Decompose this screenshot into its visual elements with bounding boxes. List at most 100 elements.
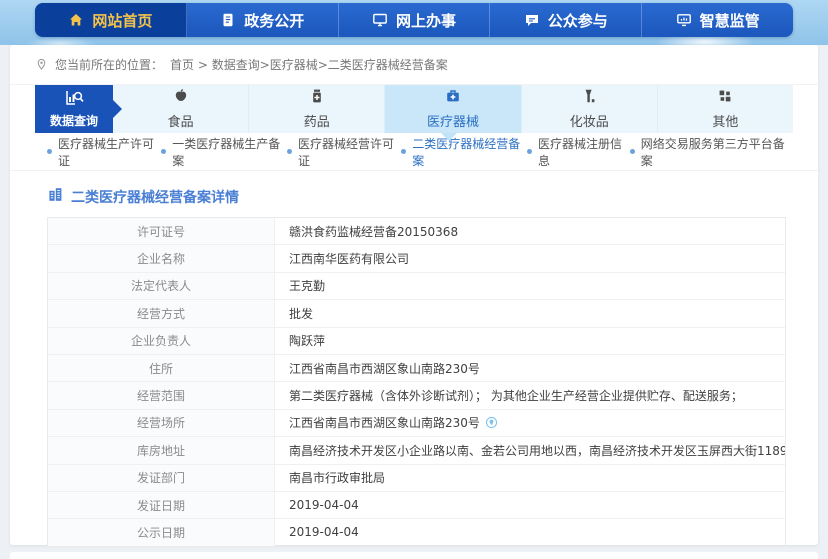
table-row: 经营场所 江西省南昌市西湖区象山南路230号 (48, 410, 785, 437)
row-value: 赣洪食药监械经营备20150368 (289, 223, 458, 240)
chat-bubble-icon (524, 12, 540, 28)
breadcrumb-path[interactable]: 首页 > 数据查询>医疗器械>二类医疗器械经营备案 (170, 56, 448, 73)
row-label: 经营范围 (48, 382, 275, 408)
grid-icon (717, 88, 733, 108)
active-tab-chevron-icon (441, 133, 457, 141)
category-tab[interactable]: 食品 (113, 85, 249, 133)
subnav-link[interactable]: 医疗器械经营许可证 (287, 135, 401, 169)
row-value-cell: 赣洪食药监械经营备20150368 (275, 218, 785, 244)
tab-data-query[interactable]: 数据查询 (35, 85, 113, 133)
topnav-item[interactable]: 智慧监管 (642, 3, 793, 37)
category-tabs: 食品 药品 医疗器械 化妆品 其他 (113, 85, 793, 133)
row-value: 2019-04-04 (289, 498, 359, 512)
detail-table: 许可证号 赣洪食药监械经营备20150368 企业名称 江西南华医药有限公司 法… (47, 217, 786, 547)
topnav-item[interactable]: 网上办事 (339, 3, 491, 37)
row-value: 江西省南昌市西湖区象山南路230号 (289, 360, 480, 377)
table-row: 经营范围 第二类医疗器械（含体外诊断试剂）； 为其他企业生产经营企业提供贮存、配… (48, 382, 785, 409)
row-label: 库房地址 (48, 437, 275, 463)
building-icon (47, 186, 64, 207)
breadcrumb-label: 您当前所在的位置： (55, 56, 163, 73)
bullet-dot-icon (287, 149, 292, 154)
row-value-cell: 2019-04-04 (275, 519, 785, 545)
row-value-cell: 第二类医疗器械（含体外诊断试剂）； 为其他企业生产经营企业提供贮存、配送服务； (275, 382, 785, 408)
table-row: 企业负责人 陶跃萍 (48, 328, 785, 355)
bullet-dot-icon (161, 149, 166, 154)
row-label: 企业名称 (48, 245, 275, 271)
category-tab-label: 药品 (304, 111, 330, 130)
bullet-dot-icon (47, 149, 52, 154)
cosmetics-icon (581, 88, 597, 108)
subnav-link[interactable]: 网络交易服务第三方平台备案 (630, 135, 790, 169)
footer-panel-top (10, 552, 818, 559)
row-label: 企业负责人 (48, 328, 275, 354)
row-value-cell: 陶跃萍 (275, 328, 785, 354)
row-value: 江西省南昌市西湖区象山南路230号 (289, 414, 480, 431)
row-value-cell: 2019-04-04 (275, 492, 785, 518)
table-row: 公示日期 2019-04-04 (48, 519, 785, 545)
drug-icon (309, 88, 325, 108)
row-value: 江西南华医药有限公司 (289, 250, 409, 267)
sub-navigation: 医疗器械生产许可证 一类医疗器械生产备案 医疗器械经营许可证 二类医疗器械经营备… (10, 133, 818, 171)
topnav-item[interactable]: 政务公开 (187, 3, 339, 37)
subnav-link[interactable]: 一类医疗器械生产备案 (161, 135, 287, 169)
row-label: 经营方式 (48, 300, 275, 326)
row-value-cell: 南昌经济技术开发区小企业路以南、金若公司用地以西，南昌经济技术开发区玉屏西大街1… (275, 437, 785, 463)
row-value: 批发 (289, 305, 313, 322)
row-label: 发证部门 (48, 465, 275, 491)
subnav-link-label: 医疗器械生产许可证 (58, 135, 161, 169)
table-row: 发证部门 南昌市行政审批局 (48, 465, 785, 492)
row-label: 发证日期 (48, 492, 275, 518)
category-tab[interactable]: 化妆品 (522, 85, 658, 133)
breadcrumb: 您当前所在的位置： 首页 > 数据查询>医疗器械>二类医疗器械经营备案 (10, 45, 818, 85)
subnav-link-label: 二类医疗器械经营备案 (412, 135, 527, 169)
table-row: 经营方式 批发 (48, 300, 785, 327)
home-icon (68, 12, 84, 28)
row-label: 经营场所 (48, 410, 275, 436)
section-title: 二类医疗器械经营备案详情 (47, 186, 818, 207)
content-panel: 您当前所在的位置： 首页 > 数据查询>医疗器械>二类医疗器械经营备案 数据查询… (10, 45, 818, 545)
location-pin-icon (35, 58, 48, 71)
category-tabbar: 数据查询 食品 药品 医疗器械 化妆品 (35, 85, 793, 133)
row-value: 第二类医疗器械（含体外诊断试剂）； 为其他企业生产经营企业提供贮存、配送服务； (289, 387, 743, 404)
category-tab-label: 化妆品 (570, 111, 609, 130)
bullet-dot-icon (630, 149, 635, 154)
category-tab[interactable]: 药品 (249, 85, 385, 133)
row-value: 陶跃萍 (289, 332, 325, 349)
topnav-item-label: 网上办事 (396, 10, 456, 31)
row-label: 许可证号 (48, 218, 275, 244)
topnav-item-label: 智慧监管 (700, 10, 760, 31)
row-value: 2019-04-04 (289, 525, 359, 539)
tab-data-query-label: 数据查询 (50, 112, 98, 129)
row-value-cell: 江西南华医药有限公司 (275, 245, 785, 271)
category-tab[interactable]: 其他 (658, 85, 793, 133)
table-row: 企业名称 江西南华医药有限公司 (48, 245, 785, 272)
category-tab-label: 医疗器械 (427, 111, 479, 130)
subnav-link[interactable]: 医疗器械生产许可证 (47, 135, 161, 169)
row-value: 南昌经济技术开发区小企业路以南、金若公司用地以西，南昌经济技术开发区玉屏西大街1… (289, 442, 785, 459)
category-tab-label: 其他 (712, 111, 738, 130)
subnav-link[interactable]: 二类医疗器械经营备案 (401, 135, 527, 169)
row-value-cell: 江西省南昌市西湖区象山南路230号 (275, 355, 785, 381)
row-value-cell: 江西省南昌市西湖区象山南路230号 (275, 410, 785, 436)
monitor-icon (372, 12, 388, 28)
category-tab[interactable]: 医疗器械 (385, 85, 521, 133)
topnav-item[interactable]: 网站首页 (35, 3, 187, 37)
subnav-link-label: 医疗器械注册信息 (538, 135, 630, 169)
location-circle-icon[interactable] (485, 416, 498, 429)
topnav-item-label: 公众参与 (548, 10, 608, 31)
topnav-item-label: 政务公开 (244, 10, 304, 31)
subnav-link[interactable]: 医疗器械注册信息 (527, 135, 630, 169)
row-value: 南昌市行政审批局 (289, 469, 385, 486)
food-icon (173, 88, 189, 108)
table-row: 住所 江西省南昌市西湖区象山南路230号 (48, 355, 785, 382)
row-label: 公示日期 (48, 519, 275, 545)
medical-device-icon (445, 88, 461, 108)
top-navigation: 网站首页 政务公开 网上办事 公众参与 智慧监管 (35, 3, 793, 37)
table-row: 库房地址 南昌经济技术开发区小企业路以南、金若公司用地以西，南昌经济技术开发区玉… (48, 437, 785, 464)
subnav-link-label: 一类医疗器械生产备案 (172, 135, 287, 169)
page-title: 二类医疗器械经营备案详情 (71, 187, 239, 207)
table-row: 许可证号 赣洪食药监械经营备20150368 (48, 218, 785, 245)
topnav-item[interactable]: 公众参与 (490, 3, 642, 37)
subnav-link-label: 网络交易服务第三方平台备案 (641, 135, 790, 169)
table-row: 发证日期 2019-04-04 (48, 492, 785, 519)
